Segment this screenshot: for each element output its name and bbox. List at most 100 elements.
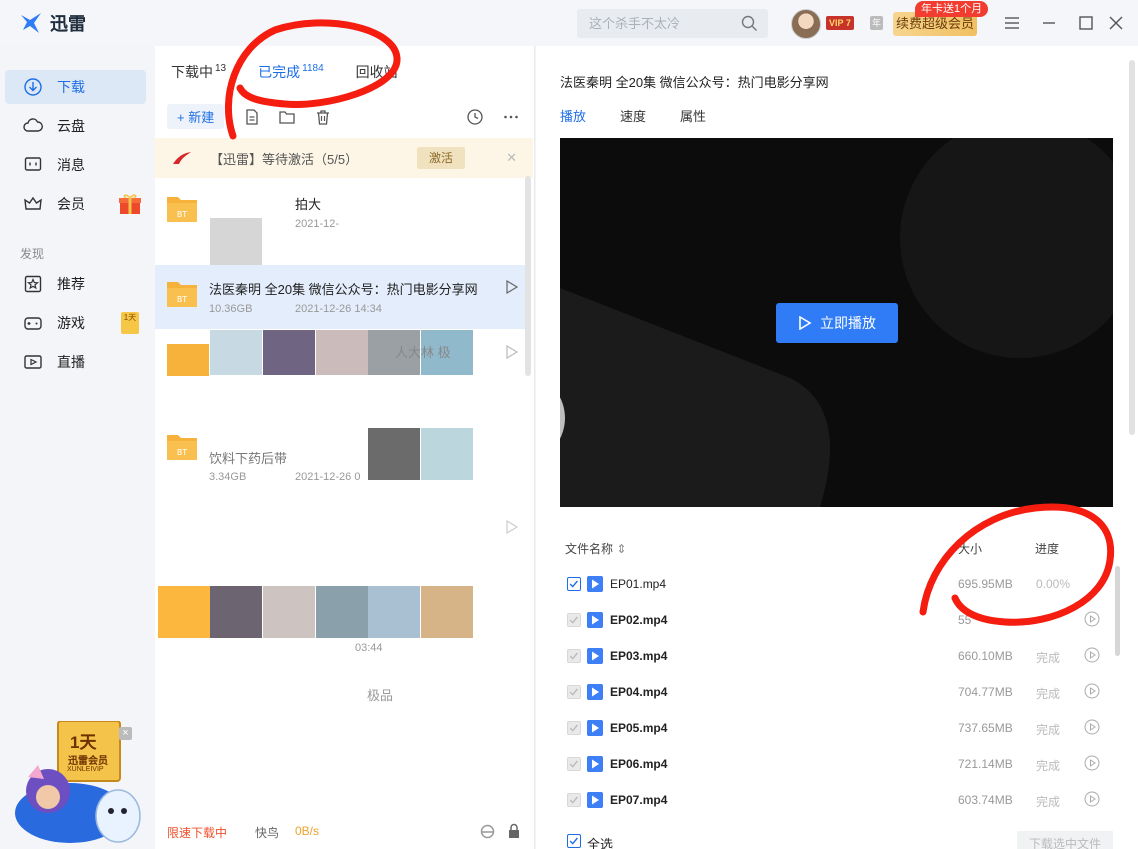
- clock-icon[interactable]: [466, 108, 484, 126]
- file-row[interactable]: EP03.mp4 660.10MB 完成: [567, 646, 1107, 682]
- tab-downloading[interactable]: 下载中 13: [171, 62, 226, 82]
- folder-icon[interactable]: [278, 108, 296, 126]
- tab-properties[interactable]: 属性: [680, 106, 706, 125]
- search-box[interactable]: [577, 9, 768, 38]
- play-file-icon[interactable]: [1084, 611, 1100, 627]
- task-tabs: 下载中 13 已完成 1184 回收站: [171, 62, 398, 82]
- check-icon: [569, 724, 578, 732]
- play-now-button[interactable]: 立即播放: [776, 303, 898, 343]
- file-size: 603.74MB: [958, 793, 1013, 807]
- menu-icon[interactable]: [1003, 14, 1021, 32]
- mosaic-block: [263, 330, 315, 375]
- task-item[interactable]: BT 饮料下药后带 3.34GB 2021-12-26 0: [155, 426, 525, 490]
- lock-icon[interactable]: [507, 823, 521, 839]
- mosaic-block: [368, 586, 420, 638]
- sidebar-item-cloud[interactable]: 云盘: [5, 109, 146, 143]
- task-name: 拍大: [295, 197, 322, 212]
- task-date: 2021-12-: [295, 218, 340, 230]
- search-input[interactable]: [589, 16, 739, 31]
- column-progress-header[interactable]: 进度: [1035, 540, 1059, 557]
- task-toolbar: + 新建: [167, 104, 527, 130]
- task-item[interactable]: 03:44: [155, 516, 525, 666]
- download-selected-button[interactable]: 下载选中文件: [1017, 831, 1113, 849]
- browser-icon[interactable]: [480, 824, 495, 839]
- close-icon[interactable]: [1107, 14, 1125, 32]
- file-row[interactable]: EP01.mp4 695.95MB 0.00%: [567, 574, 1107, 610]
- file-size: 55: [958, 613, 972, 627]
- tab-completed[interactable]: 已完成 1184: [258, 62, 324, 82]
- document-icon[interactable]: [243, 108, 261, 126]
- search-icon[interactable]: [741, 15, 758, 32]
- avatar[interactable]: [791, 9, 821, 39]
- cloud-icon: [23, 118, 43, 132]
- task-item-selected[interactable]: BT 法医秦明 全20集 微信公众号：热门电影分享网 10.36GB 2021-…: [155, 265, 525, 329]
- trash-icon[interactable]: [314, 108, 332, 126]
- sidebar-item-label: 直播: [57, 354, 85, 370]
- more-icon[interactable]: [502, 108, 520, 126]
- activate-button[interactable]: 激活: [417, 147, 466, 169]
- play-file-icon[interactable]: [1084, 647, 1100, 663]
- file-name: EP03.mp4: [610, 649, 668, 663]
- file-list-scrollbar[interactable]: [1115, 566, 1120, 656]
- bt-folder-icon: BT: [167, 282, 197, 307]
- tab-label: 已完成: [258, 64, 301, 80]
- minimize-icon[interactable]: [1040, 14, 1058, 32]
- tab-recycle-bin[interactable]: 回收站: [356, 62, 398, 82]
- ad-close-icon[interactable]: ×: [119, 727, 132, 740]
- tab-label: 下载中: [171, 64, 213, 80]
- file-row[interactable]: EP02.mp4 55: [567, 610, 1107, 646]
- bt-folder-icon: BT: [167, 435, 197, 460]
- play-file-icon[interactable]: [1084, 683, 1100, 699]
- select-all-checkbox[interactable]: [567, 834, 581, 848]
- play-file-icon[interactable]: [1084, 755, 1100, 771]
- play-icon[interactable]: [505, 520, 519, 534]
- task-item[interactable]: 极品: [155, 671, 525, 735]
- file-checkbox: [567, 721, 581, 735]
- file-row[interactable]: EP04.mp4 704.77MB 完成: [567, 682, 1107, 718]
- game-promo-tag[interactable]: 1天: [121, 312, 139, 334]
- ad-brand: XUNLEIVIP: [67, 766, 104, 773]
- accelerator-label[interactable]: 快鸟: [255, 824, 279, 841]
- task-list-scrollbar[interactable]: [525, 176, 531, 376]
- sidebar-item-label: 推荐: [57, 276, 85, 292]
- task-name: 极品: [367, 688, 394, 703]
- sidebar-item-label: 游戏: [57, 315, 85, 331]
- new-task-button[interactable]: + 新建: [167, 104, 225, 129]
- play-file-icon[interactable]: [1084, 791, 1100, 807]
- sort-icon: ⇕: [616, 542, 627, 556]
- sidebar-item-recommend[interactable]: 推荐: [5, 267, 146, 301]
- file-checkbox[interactable]: [567, 577, 581, 591]
- sidebar-item-download[interactable]: 下载: [5, 70, 146, 104]
- vip-badge: VIP 7: [826, 16, 854, 30]
- sidebar-item-messages[interactable]: 消息: [5, 148, 146, 182]
- column-name-header[interactable]: 文件名称 ⇕: [565, 540, 626, 557]
- task-item[interactable]: 人大林 极: [155, 330, 525, 420]
- tab-count: 13: [215, 63, 227, 74]
- file-size: 660.10MB: [958, 649, 1013, 663]
- gift-icon[interactable]: [118, 193, 142, 215]
- column-size-header[interactable]: 大小: [958, 540, 982, 557]
- task-name: 饮料下药后带: [209, 451, 288, 466]
- play-icon[interactable]: [505, 345, 519, 359]
- play-file-icon[interactable]: [1084, 719, 1100, 735]
- task-name: 法医秦明 全20集 微信公众号：热门电影分享网: [209, 282, 478, 297]
- speed-limit-status[interactable]: 限速下载中: [167, 824, 227, 841]
- file-name: EP06.mp4: [610, 757, 668, 771]
- tab-play[interactable]: 播放: [560, 106, 586, 125]
- task-date: 2021-12-26 14:34: [295, 303, 382, 315]
- task-item[interactable]: BT 拍大 2021-12-: [155, 180, 525, 266]
- notice-close-icon[interactable]: ✕: [506, 150, 517, 166]
- check-icon: [569, 580, 578, 588]
- file-row[interactable]: EP06.mp4 721.14MB 完成: [567, 754, 1107, 790]
- file-row[interactable]: EP07.mp4 603.74MB 完成: [567, 790, 1107, 826]
- file-progress: 完成: [1036, 795, 1061, 809]
- year-badge: 年: [870, 16, 883, 30]
- video-player[interactable]: 立即播放: [560, 138, 1113, 507]
- file-row[interactable]: EP05.mp4 737.65MB 完成: [567, 718, 1107, 754]
- window-scrollbar[interactable]: [1129, 60, 1135, 435]
- play-icon[interactable]: [505, 280, 519, 294]
- play-icon: [799, 316, 812, 330]
- maximize-icon[interactable]: [1077, 14, 1095, 32]
- tab-speed[interactable]: 速度: [620, 106, 646, 125]
- sidebar-item-live[interactable]: 直播: [5, 345, 146, 379]
